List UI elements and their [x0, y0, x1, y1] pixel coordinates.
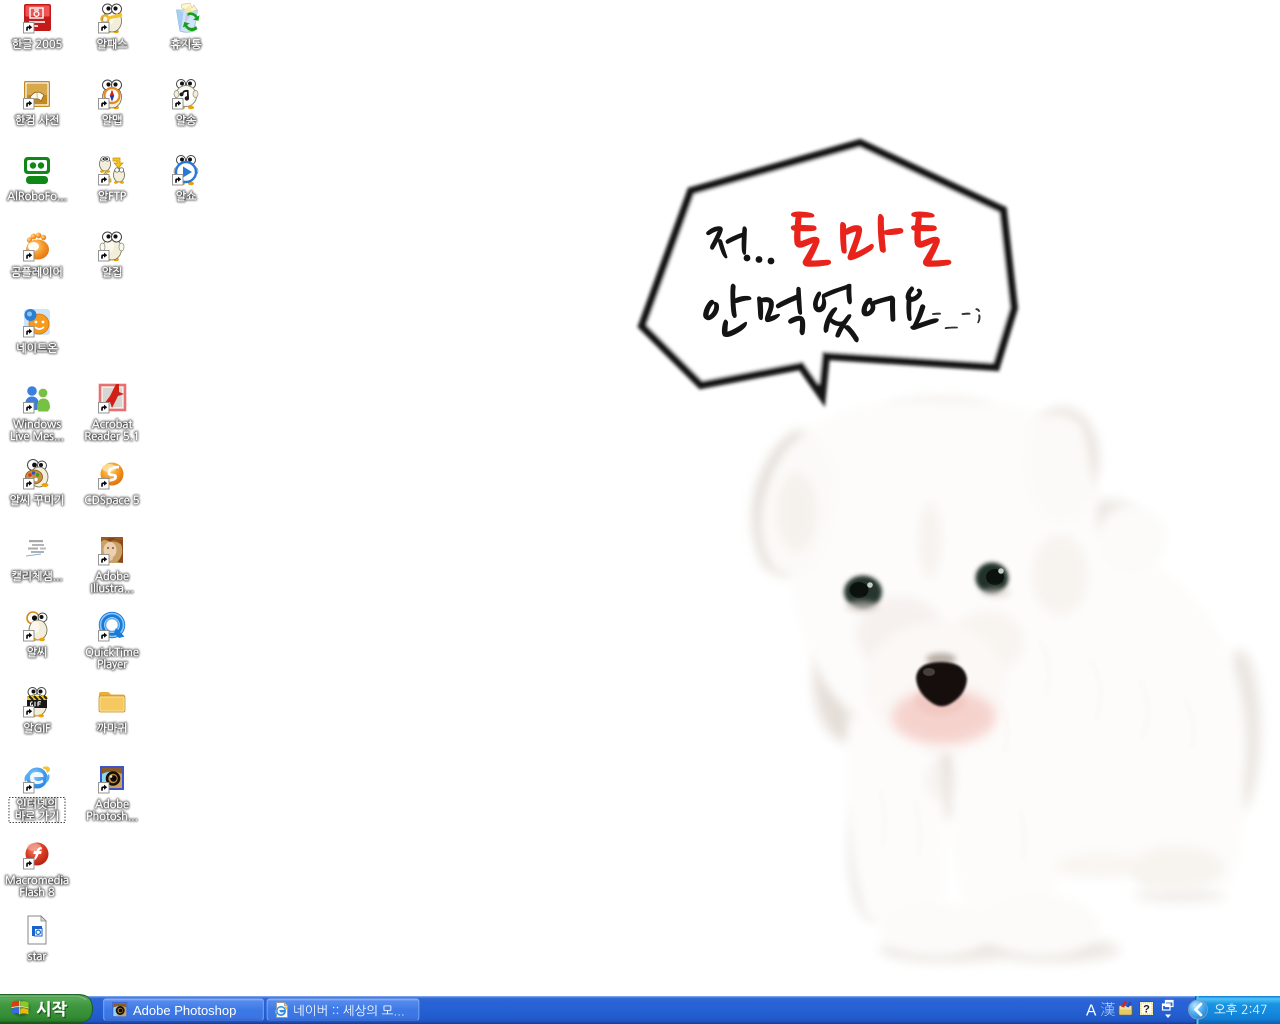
svg-text:?: ?: [1143, 1004, 1150, 1016]
svg-text:Adobe Photoshop: Adobe Photoshop: [133, 1003, 236, 1018]
svg-text:A: A: [1086, 1003, 1097, 1020]
